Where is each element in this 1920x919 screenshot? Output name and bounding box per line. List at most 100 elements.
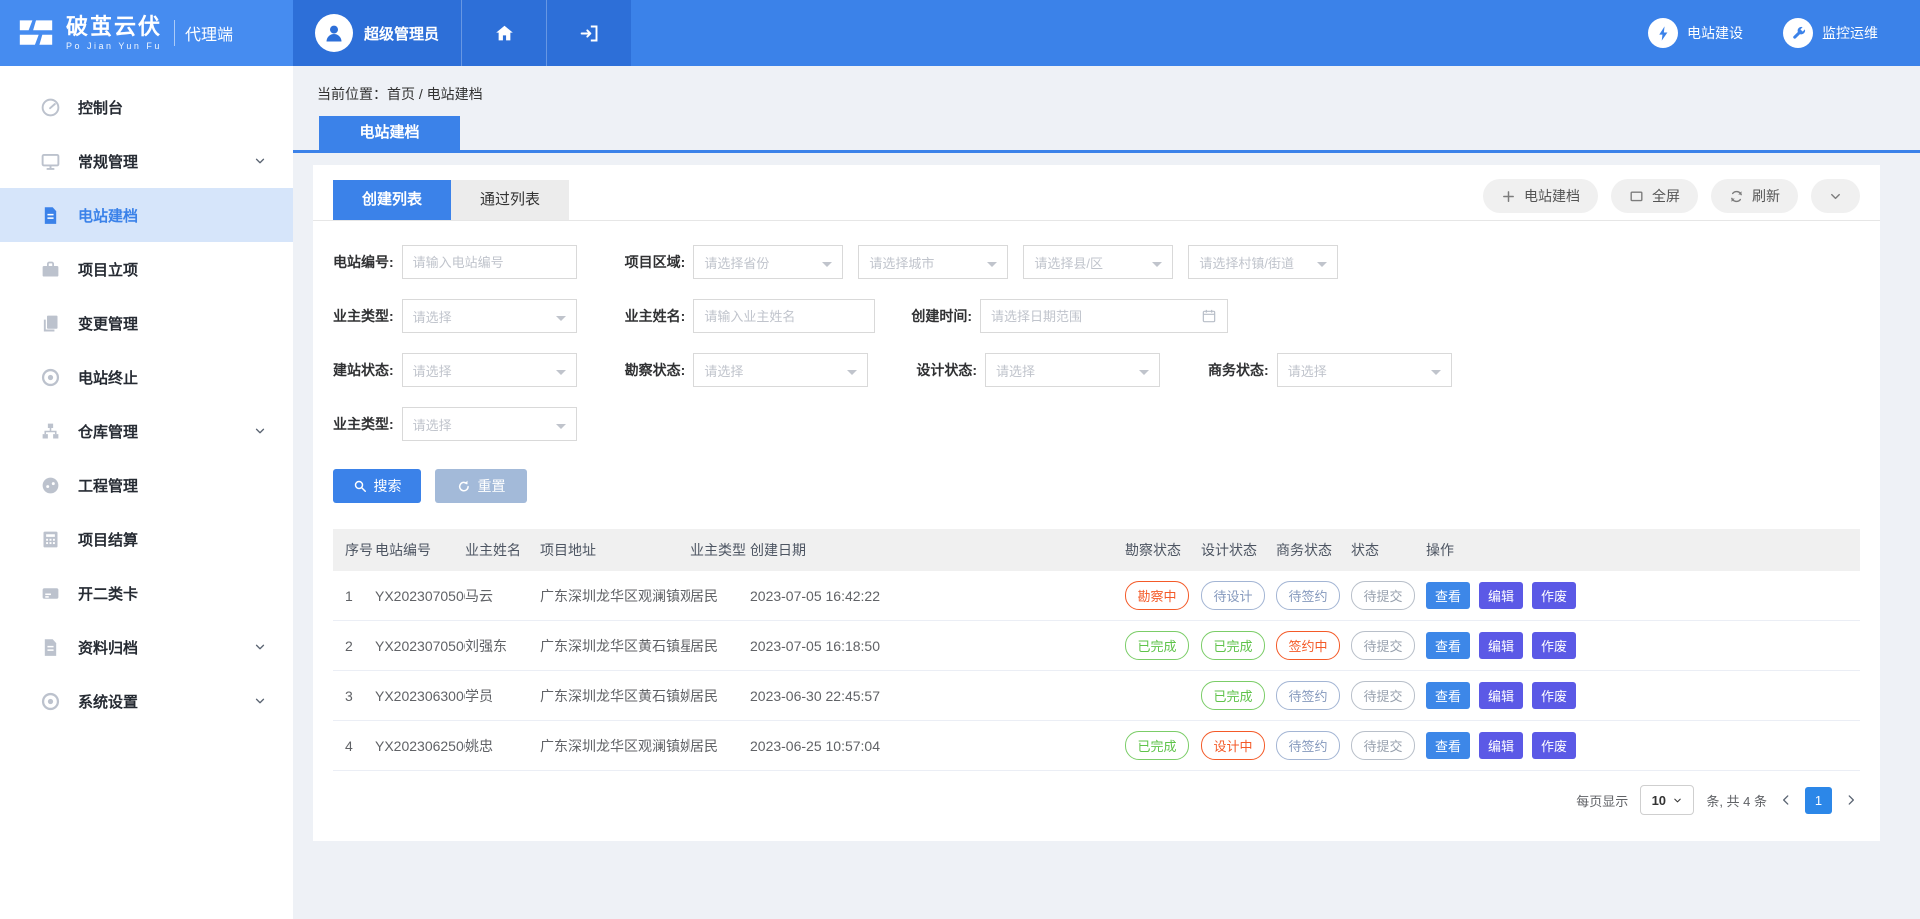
region-county-select[interactable]: 请选择县/区 — [1023, 245, 1173, 279]
archive-icon — [40, 637, 61, 658]
business-status-label: 商务状态: — [1208, 360, 1269, 380]
breadcrumb-prefix: 当前位置： — [317, 86, 387, 102]
select-placeholder: 请选择 — [413, 415, 452, 434]
date-range-picker[interactable] — [980, 299, 1228, 333]
status-badge: 待提交 — [1351, 731, 1415, 760]
caret-down-icon — [556, 424, 566, 434]
select-placeholder: 请选择城市 — [869, 253, 934, 272]
sidebar-item-label: 系统设置 — [78, 691, 253, 712]
column-header: 序号 — [345, 540, 375, 560]
void-button[interactable]: 作废 — [1532, 732, 1576, 759]
edit-button[interactable]: 编辑 — [1479, 632, 1523, 659]
region-town-select[interactable]: 请选择村镇/街道 — [1188, 245, 1338, 279]
bolt-icon — [1655, 25, 1672, 42]
home-button[interactable] — [461, 0, 546, 66]
design-status-cell: 已完成 — [1201, 631, 1276, 660]
status-badge: 已完成 — [1201, 681, 1265, 710]
edit-button[interactable]: 编辑 — [1479, 682, 1523, 709]
content-card: 创建列表通过列表 电站建档全屏刷新 电站编号: 项目区域: 请选择省份请选择城市… — [313, 165, 1880, 841]
search-button[interactable]: 搜索 — [333, 469, 421, 503]
status-badge: 已完成 — [1125, 631, 1189, 660]
owner-type-label: 业主类型: — [333, 306, 394, 326]
caret-down-icon — [822, 262, 832, 272]
station-code: YX2023063000009 — [375, 688, 465, 704]
sidebar-item-system-settings[interactable]: 系统设置 — [0, 674, 293, 728]
monitor-icon — [40, 151, 61, 172]
owner-type2-label: 业主类型: — [333, 414, 394, 434]
status-badge: 已完成 — [1125, 731, 1189, 760]
refresh-button[interactable]: 刷新 — [1711, 179, 1798, 213]
void-button[interactable]: 作废 — [1532, 632, 1576, 659]
prev-page-button[interactable] — [1779, 793, 1793, 807]
business-status-cell: 待签约 — [1276, 581, 1351, 610]
calculator-icon — [40, 529, 61, 550]
per-page-select[interactable]: 10 — [1640, 785, 1694, 815]
column-header: 创建日期 — [750, 540, 1125, 560]
region-city-select[interactable]: 请选择城市 — [858, 245, 1008, 279]
brand-logo-icon — [16, 15, 56, 51]
reset-button[interactable]: 重置 — [435, 469, 527, 503]
sidebar-item-project-initiation[interactable]: 项目立项 — [0, 242, 293, 296]
topbar-spacer — [631, 0, 1648, 66]
edit-button[interactable]: 编辑 — [1479, 582, 1523, 609]
filter-form: 电站编号: 项目区域: 请选择省份请选择城市请选择县/区请选择村镇/街道 业主类… — [313, 221, 1880, 503]
brand: 破茧云伏 Po Jian Yun Fu 代理端 — [0, 0, 293, 66]
business-status-select[interactable]: 请选择 — [1277, 353, 1452, 387]
sidebar-item-station-termination[interactable]: 电站终止 — [0, 350, 293, 404]
sidebar-item-console[interactable]: 控制台 — [0, 80, 293, 134]
target-icon — [40, 691, 61, 712]
design-status-select[interactable]: 请选择 — [985, 353, 1160, 387]
station-code-input[interactable] — [402, 245, 577, 279]
view-button[interactable]: 查看 — [1426, 582, 1470, 609]
void-button[interactable]: 作废 — [1532, 682, 1576, 709]
view-button[interactable]: 查看 — [1426, 732, 1470, 759]
topbar-modes: 电站建设 监控运维 — [1648, 0, 1878, 66]
create-time-field: 创建时间: — [911, 299, 1228, 333]
view-button[interactable]: 查看 — [1426, 682, 1470, 709]
search-label: 搜索 — [374, 476, 402, 496]
sidebar-item-engineering-management[interactable]: 工程管理 — [0, 458, 293, 512]
sidebar-item-data-archive[interactable]: 资料归档 — [0, 620, 293, 674]
void-button[interactable]: 作废 — [1532, 582, 1576, 609]
survey-status-field: 勘察状态:请选择 — [625, 353, 869, 387]
survey-status-select[interactable]: 请选择 — [693, 353, 868, 387]
nav-monitor-ops[interactable]: 监控运维 — [1783, 18, 1878, 48]
select-placeholder: 请选择省份 — [704, 253, 769, 272]
create-date: 2023-06-30 22:45:57 — [750, 688, 1125, 704]
logout-button[interactable] — [546, 0, 631, 66]
collapse-button[interactable] — [1811, 179, 1860, 213]
sidebar-item-change-management[interactable]: 变更管理 — [0, 296, 293, 350]
column-header: 电站编号 — [375, 540, 465, 560]
sidebar-item-label: 电站建档 — [78, 205, 267, 226]
sidebar-item-second-class-card[interactable]: 开二类卡 — [0, 566, 293, 620]
owner-name-input[interactable] — [693, 299, 875, 333]
page-tab-station-filing[interactable]: 电站建档 — [319, 116, 460, 150]
row-actions: 查看编辑作废 — [1426, 732, 1860, 759]
sidebar-item-station-filing[interactable]: 电站建档 — [0, 188, 293, 242]
page-1-button[interactable]: 1 — [1805, 787, 1832, 814]
build-status-select[interactable]: 请选择 — [402, 353, 577, 387]
tab-create-list[interactable]: 创建列表 — [333, 180, 451, 220]
fullscreen-button[interactable]: 全屏 — [1611, 179, 1698, 213]
sidebar-item-warehouse-management[interactable]: 仓库管理 — [0, 404, 293, 458]
tab-pass-list[interactable]: 通过列表 — [451, 180, 569, 220]
edit-button[interactable]: 编辑 — [1479, 732, 1523, 759]
sidebar-menu: 控制台常规管理电站建档项目立项变更管理电站终止仓库管理工程管理项目结算开二类卡资… — [0, 66, 293, 728]
station-filing-button[interactable]: 电站建档 — [1483, 179, 1598, 213]
column-header: 状态 — [1351, 540, 1426, 560]
next-page-button[interactable] — [1844, 793, 1858, 807]
owner-type2-select[interactable]: 请选择 — [402, 407, 577, 441]
select-placeholder: 请选择 — [1288, 361, 1327, 380]
user-menu[interactable]: 超级管理员 — [293, 0, 461, 66]
status-badge: 待提交 — [1351, 631, 1415, 660]
sidebar-item-label: 开二类卡 — [78, 583, 267, 604]
nav-station-build[interactable]: 电站建设 — [1648, 18, 1743, 48]
date-range-input[interactable] — [991, 309, 1201, 324]
sidebar-item-project-settlement[interactable]: 项目结算 — [0, 512, 293, 566]
home-icon — [494, 23, 515, 44]
region-province-select[interactable]: 请选择省份 — [693, 245, 843, 279]
view-button[interactable]: 查看 — [1426, 632, 1470, 659]
sidebar-item-general-management[interactable]: 常规管理 — [0, 134, 293, 188]
owner-type-select[interactable]: 请选择 — [402, 299, 577, 333]
per-page-value: 10 — [1652, 793, 1666, 808]
